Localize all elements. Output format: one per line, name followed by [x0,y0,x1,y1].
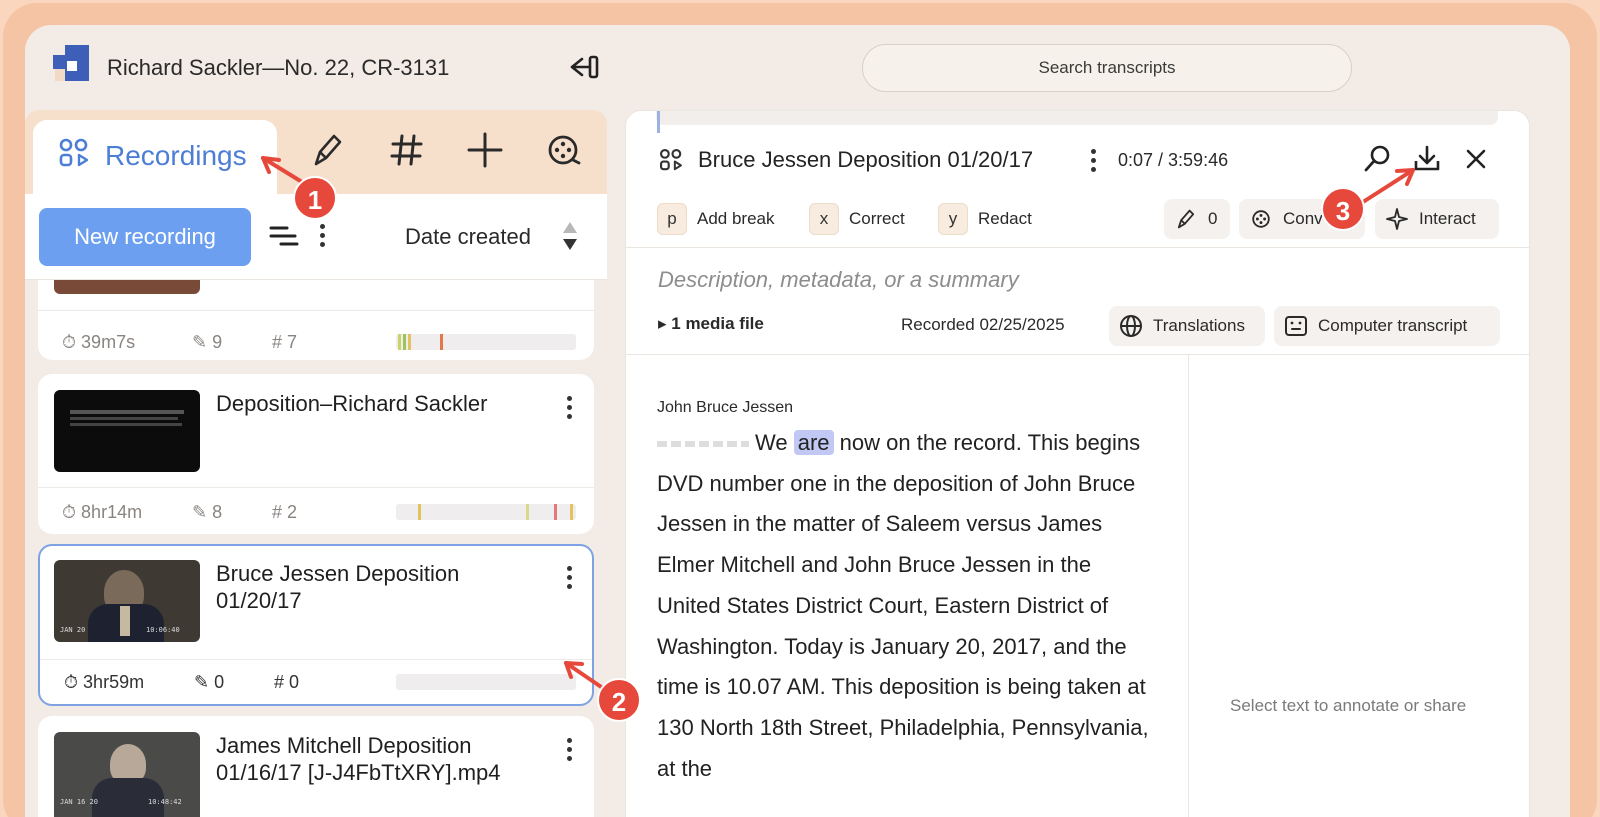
tags-count: # 7 [272,332,298,352]
highlighter-icon [1177,209,1195,229]
card-menu-icon[interactable] [567,566,572,593]
transcript-text[interactable]: We are now on the record. This begins DV… [657,423,1157,789]
tab-recordings-label: Recordings [105,140,247,171]
transcript-icon [1285,316,1307,336]
current-word[interactable]: are [793,430,834,455]
new-recording-button[interactable]: New recording [39,208,251,266]
speaker-name: John Bruce Jessen [657,399,794,416]
media-files-toggle[interactable]: ▸ 1 media file [658,314,764,334]
filter-lines-icon[interactable] [269,224,299,248]
recording-title: Deposition–Richard Sackler [216,391,488,416]
app-window: Richard Sackler—No. 22, CR-3131 Search t… [25,25,1570,817]
callout-badge-3: 3 [1321,187,1365,231]
recording-thumbnail [54,390,200,472]
recording-card[interactable]: ⏱ 39m7s ✎ 9 # 7 [38,280,594,360]
playhead[interactable] [657,111,660,133]
duration: ⏱ 8hr14m [62,502,143,522]
reel-icon [1252,210,1270,228]
globe-icon [1120,315,1142,337]
highlights-count: ✎ 8 [192,502,223,522]
highlights-button[interactable]: 0 [1164,199,1230,239]
playback-progress-dashes [657,441,749,448]
recording-card-selected[interactable]: JAN 20 10:06:40 Bruce Jessen Deposition … [38,544,594,706]
callout-badge-1: 1 [293,176,337,220]
description-input[interactable]: Description, metadata, or a summary [658,267,1019,293]
sort-direction-icon[interactable] [560,218,580,254]
recording-card[interactable]: Deposition–Richard Sackler ⏱ 8hr14m ✎ 8 … [38,374,594,534]
duration: ⏱ 39m7s [62,332,136,352]
project-title: Richard Sackler—No. 22, CR-3131 [107,55,450,80]
recording-title: Bruce Jessen Deposition 01/20/17 [698,147,1034,172]
reel-tab-icon[interactable] [543,130,583,170]
tab-recordings[interactable]: Recordings [33,120,277,196]
recording-title: Bruce Jessen Deposition 01/20/17 [216,561,460,613]
timeline-bar [396,504,576,520]
recording-icon [659,148,682,171]
computer-transcript-button[interactable]: Computer transcript [1274,306,1500,346]
timeline-bar [396,334,576,350]
recording-menu-icon[interactable] [1091,149,1096,176]
duration: ⏱ 3hr59m [64,672,145,692]
recording-thumbnail: JAN 20 10:06:40 [54,560,200,642]
recording-thumbnail [54,280,200,294]
card-menu-icon[interactable] [567,396,572,423]
annotate-hint: Select text to annotate or share [1230,696,1467,715]
transcript-pane[interactable]: John Bruce Jessen We are now on the reco… [626,355,1189,817]
collapse-sidebar-icon[interactable] [568,53,600,81]
recording-detail-panel: Bruce Jessen Deposition 01/20/17 0:07 / … [625,110,1530,817]
highlights-count: ✎ 9 [192,332,223,352]
callout-badge-2: 2 [597,678,641,722]
chevron-right-icon: ▸ [658,314,672,333]
recordings-list: ⏱ 39m7s ✎ 9 # 7 Deposition–Richard Sackl… [25,280,607,817]
redact-shortcut[interactable]: y Redact [938,203,1032,235]
hashtag-tab-icon[interactable] [387,130,427,170]
card-menu-icon[interactable] [567,738,572,765]
callout-arrow [1361,168,1415,204]
recording-title: James Mitchell Deposition 01/16/17 [J-J4… [216,733,501,785]
recorded-date: Recorded 02/25/2025 [901,315,1065,334]
highlights-count: ✎ 0 [194,672,225,692]
recording-thumbnail: JAN 16 20 10:48:42 [54,732,200,817]
list-menu-icon[interactable] [320,224,325,251]
app-logo [53,45,89,81]
translations-button[interactable]: Translations [1109,306,1265,346]
tags-count: # 2 [272,502,298,522]
recordings-icon [59,138,89,167]
waveform-strip[interactable] [656,111,1498,125]
add-break-shortcut[interactable]: p Add break [657,203,775,235]
timeline-bar [396,674,576,690]
close-icon[interactable] [1460,143,1492,175]
sort-label[interactable]: Date created [405,224,531,250]
recording-card[interactable]: JAN 16 20 10:48:42 James Mitchell Deposi… [38,716,594,817]
tags-count: # 0 [274,672,300,692]
playback-time: 0:07 / 3:59:46 [1118,150,1229,170]
correct-shortcut[interactable]: x Correct [809,203,905,235]
plus-tab-icon[interactable] [465,130,505,170]
search-input[interactable]: Search transcripts [862,44,1352,92]
